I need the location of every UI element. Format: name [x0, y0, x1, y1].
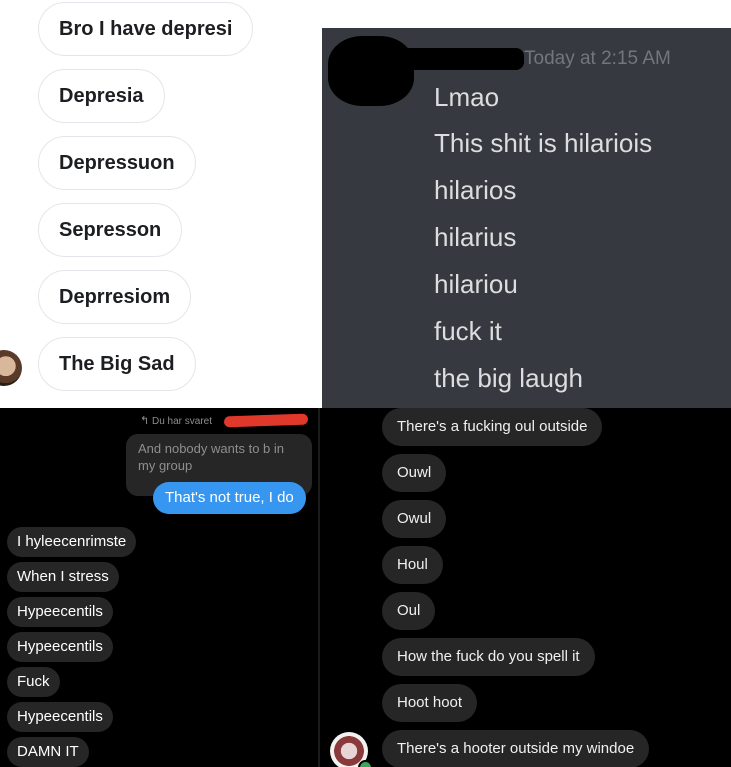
message-bubble: There's a fucking oul outside [382, 408, 603, 446]
message-bubble: Depresia [38, 69, 165, 123]
discord-message-line: hilarios [434, 175, 517, 205]
message-bubble: Fuck [7, 667, 60, 697]
discord-message-line: Lmao [434, 82, 500, 112]
message-bubble: Hypeecentils [7, 632, 113, 662]
message-bubble: Oul [382, 592, 436, 630]
message-bubble: Bro I have depresi [38, 2, 254, 56]
redacted-avatar [328, 36, 414, 106]
online-status-icon [358, 760, 373, 767]
redacted-username [402, 48, 524, 70]
discord-message-line: the big laugh [434, 363, 583, 393]
discord-message-line: hilariou [434, 269, 518, 299]
panel-instagram-dm: ↰ Du har svaret And nobody wants to b in… [0, 408, 318, 767]
discord-message-line: fuck it [434, 316, 502, 346]
message-timestamp: Today at 2:15 AM [524, 48, 671, 69]
message-bubble: Ouwl [382, 454, 447, 492]
message-bubble: Depressuon [38, 136, 196, 190]
message-bubble: When I stress [7, 562, 119, 592]
sent-message-bubble: That's not true, I do [153, 482, 306, 514]
message-bubble: Hypeecentils [7, 597, 113, 627]
discord-message-line: This shit is hilariois [434, 128, 653, 158]
reply-label: Du har svaret [152, 416, 213, 427]
message-bubble: Deprresiom [38, 270, 192, 324]
message-bubble: Houl [382, 546, 443, 584]
message-bubble: DAMN IT [7, 737, 89, 767]
discord-message-area: Today at 2:15 AM Lmao This shit is hilar… [322, 28, 731, 408]
message-bubble: How the fuck do you spell it [382, 638, 595, 676]
discord-message-line: hilarius [434, 222, 517, 252]
panel-discord: Today at 2:15 AM Lmao This shit is hilar… [320, 0, 731, 408]
message-bubble: Owul [382, 500, 447, 538]
message-bubble: There's a hooter outside my windoe [382, 730, 650, 767]
message-bubble: The Big Sad [38, 337, 196, 391]
message-bubble: I hyleecenrimste [7, 527, 137, 557]
panel-messenger: Bro I have depresi Depresia Depressuon S… [0, 0, 320, 408]
redacted-name [223, 413, 309, 428]
reply-arrow-icon: ↰ [140, 415, 150, 427]
message-bubble: Hoot hoot [382, 684, 478, 722]
panel-dm: There's a fucking oul outside Ouwl Owul … [320, 408, 731, 767]
message-bubble: Hypeecentils [7, 702, 113, 732]
message-bubble: Sepresson [38, 203, 183, 257]
avatar[interactable] [0, 350, 22, 386]
reply-indicator: ↰ Du har svaret [140, 414, 212, 427]
